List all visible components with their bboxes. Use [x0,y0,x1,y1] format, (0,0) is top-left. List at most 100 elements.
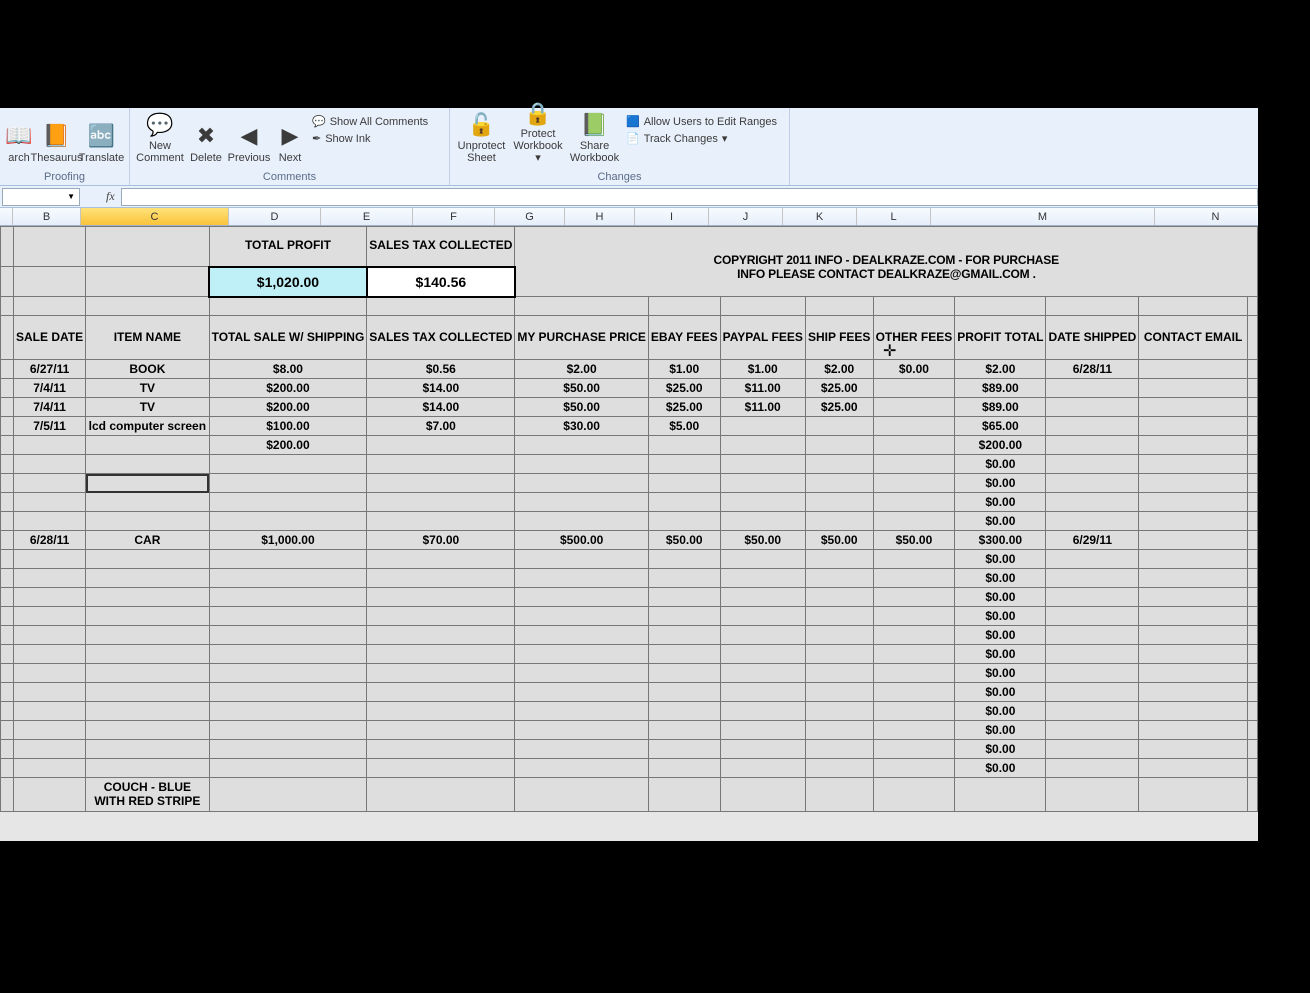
data-cell[interactable]: $300.00 [955,531,1046,550]
row-header[interactable] [1,455,14,474]
data-cell[interactable] [873,436,955,455]
data-cell[interactable]: $50.00 [873,531,955,550]
data-cell[interactable] [515,759,648,778]
data-cell[interactable] [14,626,86,645]
data-cell[interactable]: $25.00 [648,379,720,398]
grid[interactable]: TOTAL PROFITSALES TAX COLLECTEDCOPYRIGHT… [0,226,1258,812]
data-cell[interactable] [1139,683,1248,702]
data-cell[interactable] [14,474,86,493]
data-cell[interactable] [14,607,86,626]
row-header[interactable] [1,588,14,607]
data-cell[interactable] [86,607,209,626]
data-cell[interactable] [515,436,648,455]
col-header-I[interactable]: I [635,208,709,225]
data-cell[interactable] [515,721,648,740]
data-cell[interactable] [720,417,805,436]
worksheet[interactable]: BCDEFGHIJKLMN TOTAL PROFITSALES TAX COLL… [0,208,1258,841]
data-cell[interactable] [1046,455,1139,474]
data-cell[interactable] [515,664,648,683]
data-cell[interactable] [515,512,648,531]
data-cell[interactable]: $200.00 [209,379,367,398]
data-cell[interactable] [209,626,367,645]
data-cell[interactable]: 7/5/11 [14,417,86,436]
data-cell[interactable] [720,759,805,778]
data-cell[interactable] [873,664,955,683]
data-cell[interactable] [873,759,955,778]
data-cell[interactable]: 6/29/11 [1046,531,1139,550]
data-cell[interactable] [367,455,515,474]
cell[interactable] [14,227,86,267]
cell[interactable]: INFO PLEASE CONTACT DEALKRAZE@GMAIL.COM … [515,267,1258,297]
data-cell[interactable] [14,721,86,740]
data-cell[interactable] [1046,436,1139,455]
data-cell[interactable] [1139,740,1248,759]
track-changes-button[interactable]: 📄Track Changes ▾ [626,130,777,147]
cell[interactable] [1247,626,1257,645]
data-cell[interactable] [367,588,515,607]
cell[interactable] [367,297,515,316]
data-cell[interactable] [1139,493,1248,512]
data-cell[interactable]: $200.00 [209,398,367,417]
cell[interactable] [1247,297,1257,316]
data-cell[interactable] [515,778,648,812]
data-cell[interactable] [805,778,873,812]
new-comment-button[interactable]: 💬New Comment [134,110,186,166]
data-cell[interactable] [648,455,720,474]
row-header[interactable] [1,360,14,379]
data-cell[interactable]: $2.00 [805,360,873,379]
data-cell[interactable] [367,683,515,702]
data-cell[interactable] [515,474,648,493]
cell[interactable] [1247,474,1257,493]
data-cell[interactable] [86,664,209,683]
row-header[interactable] [1,721,14,740]
data-cell[interactable]: $14.00 [367,379,515,398]
data-cell[interactable] [1139,398,1248,417]
data-cell[interactable]: $200.00 [955,436,1046,455]
data-cell[interactable] [209,740,367,759]
data-cell[interactable] [955,778,1046,812]
data-cell[interactable] [720,607,805,626]
data-cell[interactable] [805,455,873,474]
data-cell[interactable] [1139,607,1248,626]
data-cell[interactable] [86,569,209,588]
data-cell[interactable] [14,455,86,474]
data-cell[interactable] [720,474,805,493]
data-cell[interactable] [86,645,209,664]
data-cell[interactable]: TV [86,379,209,398]
data-cell[interactable] [1046,759,1139,778]
data-cell[interactable]: 6/28/11 [14,531,86,550]
data-cell[interactable] [873,721,955,740]
cell[interactable] [86,267,209,297]
data-cell[interactable] [648,664,720,683]
cell[interactable] [14,267,86,297]
data-cell[interactable] [209,607,367,626]
data-cell[interactable]: $0.00 [955,550,1046,569]
data-cell[interactable] [1046,778,1139,812]
data-cell[interactable] [86,550,209,569]
data-cell[interactable] [515,493,648,512]
data-cell[interactable]: $200.00 [209,436,367,455]
data-cell[interactable]: $50.00 [515,398,648,417]
data-cell[interactable] [720,626,805,645]
data-cell[interactable]: $25.00 [648,398,720,417]
data-cell[interactable] [720,702,805,721]
data-cell[interactable]: $30.00 [515,417,648,436]
data-cell[interactable] [805,493,873,512]
cell[interactable]: $1,020.00 [209,267,367,297]
data-cell[interactable] [515,645,648,664]
data-cell[interactable] [209,512,367,531]
data-cell[interactable] [805,626,873,645]
data-cell[interactable]: $50.00 [805,531,873,550]
data-cell[interactable]: $0.00 [955,702,1046,721]
data-cell[interactable] [209,759,367,778]
data-cell[interactable] [14,588,86,607]
data-cell[interactable] [1046,683,1139,702]
data-cell[interactable]: $25.00 [805,398,873,417]
data-cell[interactable] [367,702,515,721]
data-cell[interactable] [367,550,515,569]
row-header[interactable] [1,569,14,588]
data-cell[interactable]: $0.00 [955,683,1046,702]
data-cell[interactable] [1139,702,1248,721]
data-cell[interactable] [367,569,515,588]
data-cell[interactable] [648,721,720,740]
